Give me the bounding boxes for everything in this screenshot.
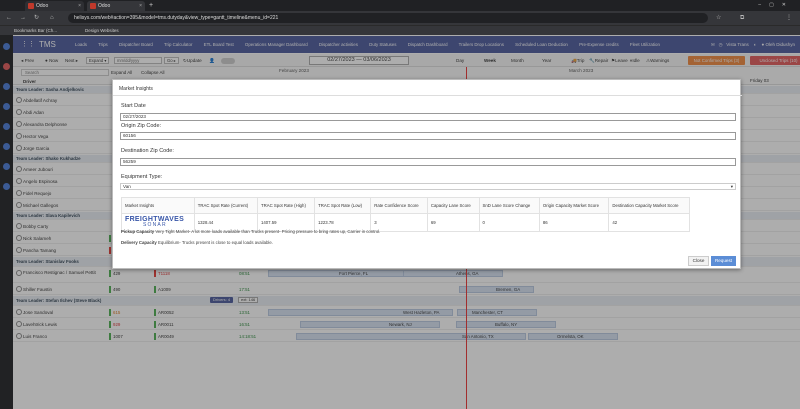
snd-lane-change-value: 0 (478, 213, 540, 232)
pickup-capacity-text: Very Tight Market- A lot more loads avai… (155, 229, 381, 234)
table-header-row: Market Insights TRAC Spot Rate (Current)… (121, 197, 690, 214)
reload-icon[interactable]: ↻ (34, 11, 39, 25)
capacity-lane-value: 69 (426, 213, 480, 232)
market-insights-dialog: Market Insights Start Date 02/27/2023 Or… (112, 79, 742, 269)
col-origin-capacity: Origin Capacity Market Score (538, 197, 610, 214)
close-tab-icon[interactable]: × (78, 1, 81, 11)
col-snd-lane-change: SnD Lane Score Change (478, 197, 540, 214)
browser-tab-1[interactable]: Odoo × (25, 1, 84, 11)
odoo-favicon-icon (28, 3, 34, 9)
forward-icon[interactable]: → (20, 11, 26, 25)
col-destination-capacity: Destination Capacity Market Score (608, 197, 690, 214)
equipment-type-label: Equipment Type: (121, 174, 163, 180)
col-capacity-lane: Capacity Lane Score (426, 197, 480, 214)
col-trac-high: TRAC Spot Rate (High) (256, 197, 316, 214)
col-trac-low: TRAC Spot Rate (Low) (314, 197, 372, 214)
browser-tab-2[interactable]: Odoo × (87, 1, 145, 11)
pickup-capacity-note: Pickup Capacity Very Tight Market- A lot… (121, 229, 380, 234)
new-tab-icon[interactable]: + (149, 0, 153, 11)
pickup-capacity-label: Pickup Capacity (121, 229, 155, 234)
window-controls-icon[interactable]: –▢✕ (758, 0, 794, 11)
url-field[interactable]: helisys.com/web#action=395&model=tms.dut… (68, 13, 708, 23)
close-tab-icon[interactable]: × (139, 1, 142, 11)
home-icon[interactable]: ⌂ (50, 11, 54, 25)
request-button[interactable]: Request (711, 256, 736, 266)
destination-zip-input[interactable]: 56259 (120, 158, 736, 166)
modal-title: Market Insights (119, 86, 153, 92)
equipment-type-value: Van (123, 184, 131, 189)
equipment-type-select[interactable]: Van ▾ (120, 183, 736, 190)
start-date-input[interactable]: 02/27/2023 (120, 113, 736, 121)
bookmarks-bar: Bookmarks Bar (Ch... Design Websites (0, 25, 800, 35)
browser-tab-1-label: Odoo (36, 3, 49, 9)
browser-tab-bar: Odoo × Odoo × + –▢✕ (0, 0, 800, 11)
bookmark-star-icon[interactable]: ☆ (716, 11, 721, 25)
logo-block: FREIGHTWAVES SONAR (125, 216, 191, 228)
col-trac-current: TRAC Spot Rate (Current) (193, 197, 258, 214)
odoo-favicon-icon (90, 3, 96, 9)
start-date-label: Start Date (121, 103, 146, 109)
extensions-icon[interactable]: ⧉ (740, 11, 744, 25)
col-rate-confidence: Rate Confidence Score (370, 197, 428, 214)
delivery-capacity-note: Delivery Capacity Equilibrium- Trucks pr… (121, 240, 273, 245)
close-button[interactable]: Close (688, 256, 709, 266)
browser-menu-icon[interactable]: ⋮ (786, 11, 792, 25)
destination-zip-label: Destination Zip Code: (121, 148, 174, 154)
origin-zip-input[interactable]: 60156 (120, 132, 736, 140)
back-icon[interactable]: ← (6, 11, 12, 25)
chevron-down-icon: ▾ (730, 184, 733, 189)
col-market-insights: Market Insights (121, 197, 195, 214)
market-insights-table: Market Insights TRAC Spot Rate (Current)… (121, 197, 690, 232)
address-bar-row: ← → ↻ ⌂ helisys.com/web#action=395&model… (0, 11, 800, 25)
origin-capacity-value: 86 (538, 213, 610, 232)
modal-divider (113, 95, 742, 96)
origin-zip-label: Origin Zip Code: (121, 123, 162, 129)
destination-capacity-value: 42 (608, 213, 690, 232)
browser-tab-2-label: Odoo (98, 3, 111, 9)
delivery-capacity-label: Delivery Capacity (121, 240, 157, 245)
delivery-capacity-text: Equilibrium- Trucks present is close to … (158, 240, 273, 245)
logo-bottom: SONAR (143, 222, 167, 228)
